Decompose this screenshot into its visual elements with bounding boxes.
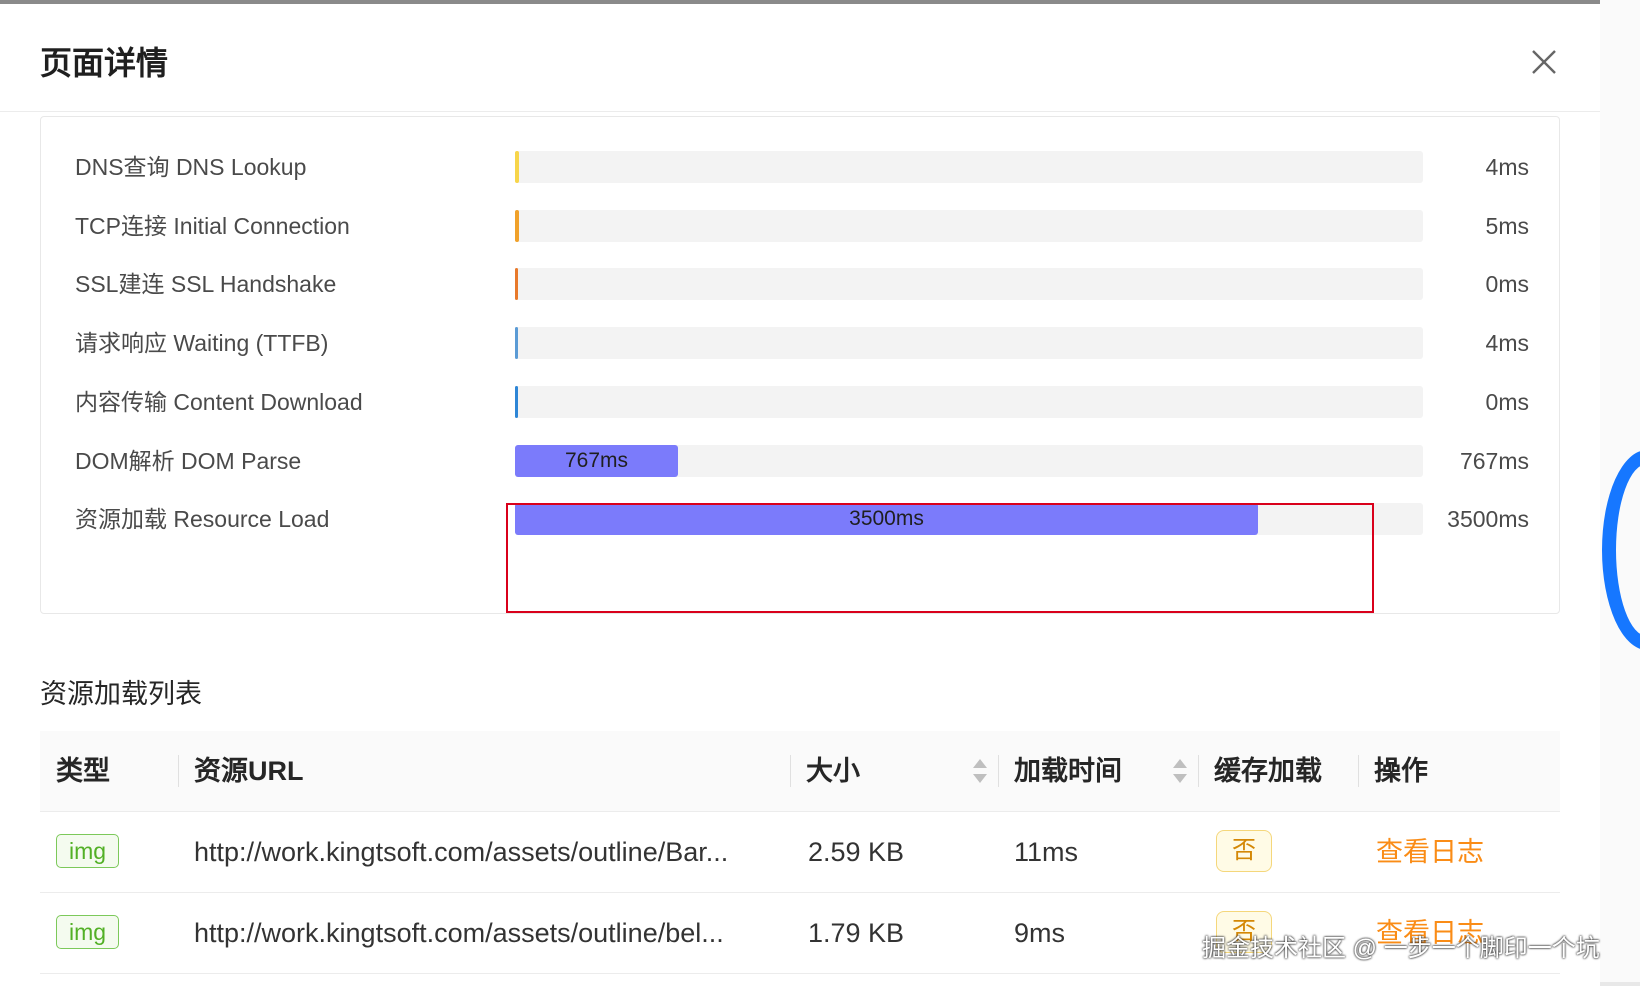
timing-value: 0ms (1485, 389, 1529, 415)
column-divider (790, 755, 791, 787)
timing-row: SSL建连 SSL Handshake 0ms (41, 268, 1561, 300)
column-header-url: 资源URL (194, 756, 304, 786)
timing-label: 内容传输 Content Download (75, 389, 363, 415)
timing-value: 0ms (1485, 271, 1529, 297)
timing-bar-fill (515, 386, 518, 418)
timing-bar-track (515, 268, 1423, 300)
column-divider (178, 755, 179, 787)
timing-label: SSL建连 SSL Handshake (75, 271, 337, 297)
timing-row: DOM解析 DOM Parse 767ms 767ms (41, 445, 1561, 477)
timing-bar-fill: 767ms (515, 445, 678, 477)
resource-url: http://work.kingtsoft.com/assets/outline… (194, 837, 729, 867)
timing-label: 资源加载 Resource Load (75, 506, 330, 532)
timing-label: 请求响应 Waiting (TTFB) (75, 330, 329, 356)
timing-value: 3500ms (1447, 506, 1529, 532)
column-header-cache: 缓存加载 (1214, 756, 1322, 786)
timing-row: 内容传输 Content Download 0ms (41, 386, 1561, 418)
column-divider (1358, 755, 1359, 787)
timing-bar-fill (515, 210, 519, 242)
timing-bar-fill (515, 151, 519, 183)
cache-status-tag: 否 (1216, 830, 1272, 872)
type-tag: img (56, 834, 120, 868)
timing-value: 4ms (1485, 154, 1529, 180)
resource-load-time: 9ms (1014, 918, 1066, 948)
column-header-type: 类型 (56, 756, 110, 786)
close-icon (1532, 50, 1556, 74)
sort-caret-icon[interactable] (1172, 757, 1188, 785)
timing-bar-track (515, 386, 1423, 418)
column-header-load-time-label: 加载时间 (1014, 756, 1122, 786)
resource-url: http://work.kingtsoft.com/assets/outline… (194, 918, 724, 948)
timing-label: TCP连接 Initial Connection (75, 213, 350, 239)
column-header-size[interactable]: 大小 (806, 731, 986, 811)
timing-value: 767ms (1459, 448, 1529, 474)
column-header-load-time[interactable]: 加载时间 (1014, 731, 1194, 811)
column-header-size-label: 大小 (806, 756, 860, 786)
table-row: img http://work.kingtsoft.com/assets/out… (40, 812, 1560, 893)
timing-bar-fill (515, 327, 518, 359)
view-log-link[interactable]: 查看日志 (1376, 812, 1484, 892)
resource-load-time: 11ms (1014, 837, 1079, 867)
column-divider (998, 755, 999, 787)
resource-list-title: 资源加载列表 (40, 679, 202, 709)
modal-header: 页面详情 (0, 4, 1600, 112)
timing-value: 5ms (1485, 213, 1529, 239)
page-detail-modal: 页面详情 DNS查询 DNS Lookup 4ms TCP连接 Initial Co… (0, 4, 1600, 986)
timing-bar-fill (515, 268, 518, 300)
timing-row: TCP连接 Initial Connection 5ms (41, 210, 1561, 242)
timing-label: DNS查询 DNS Lookup (75, 154, 307, 180)
timing-row: 请求响应 Waiting (TTFB) 4ms (41, 327, 1561, 359)
timing-bar-track (515, 210, 1423, 242)
timing-label: DOM解析 DOM Parse (75, 448, 302, 474)
timing-bar-track (515, 327, 1423, 359)
type-tag: img (56, 915, 120, 949)
modal-title: 页面详情 (40, 45, 169, 81)
table-header: 类型 资源URL 大小 加载时间 缓存加载 操作 (40, 731, 1560, 812)
resource-size: 2.59 KB (808, 837, 905, 867)
highlight-annotation-box (506, 503, 1374, 613)
close-button[interactable] (1524, 42, 1564, 82)
timing-bar-track: 767ms (515, 445, 1423, 477)
timing-bar-track (515, 151, 1423, 183)
resource-size: 1.79 KB (808, 918, 905, 948)
column-divider (1198, 755, 1199, 787)
timing-row: DNS查询 DNS Lookup 4ms (41, 151, 1561, 183)
watermark: 掘金技术社区 @ 一步一个脚印一个坑 (1202, 935, 1600, 962)
timing-value: 4ms (1485, 330, 1529, 356)
sort-caret-icon[interactable] (972, 757, 988, 785)
column-header-action: 操作 (1374, 756, 1428, 786)
